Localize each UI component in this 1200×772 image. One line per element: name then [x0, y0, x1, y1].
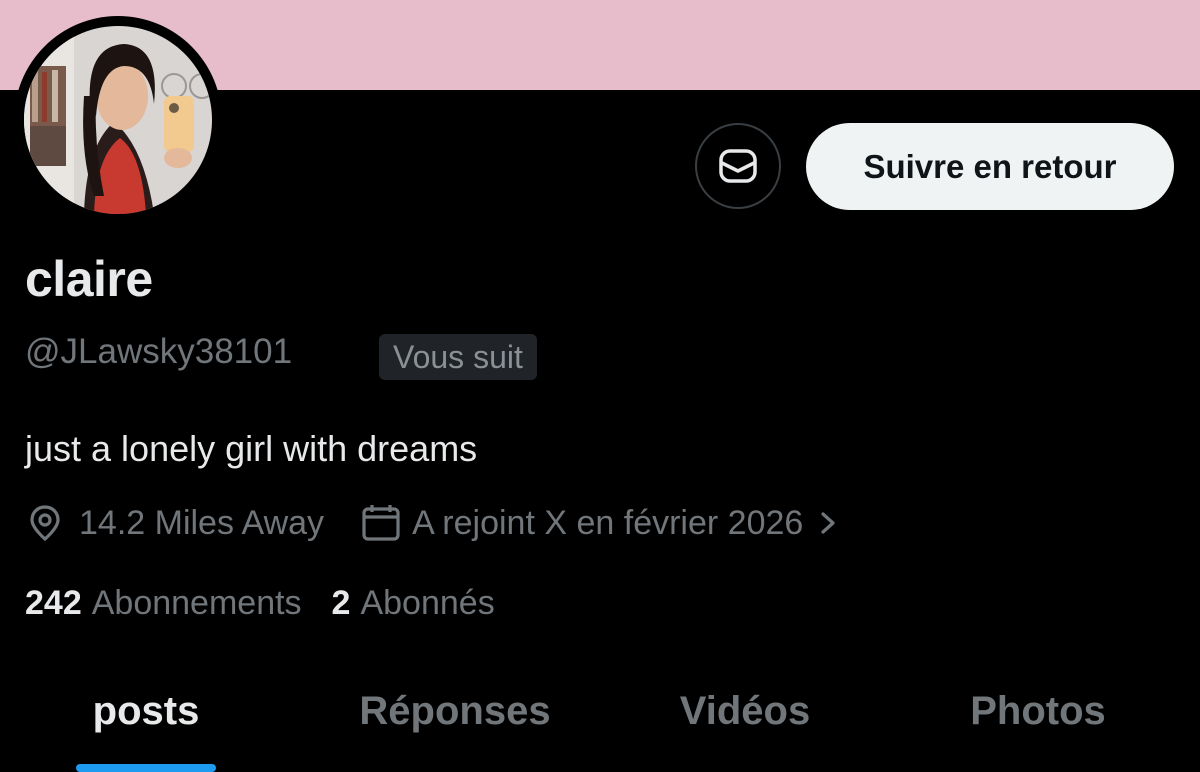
- tab-posts[interactable]: posts: [76, 680, 216, 772]
- join-date[interactable]: A rejoint X en février 2026: [360, 503, 843, 543]
- user-handle: @JLawsky38101: [25, 332, 293, 371]
- calendar-icon: [362, 505, 400, 541]
- following-label: Abonnements: [91, 584, 302, 622]
- tab-videos-label: Vidéos: [679, 689, 811, 733]
- follow-back-label: Suivre en retour: [863, 147, 1117, 185]
- tab-posts-label: posts: [92, 689, 200, 733]
- join-date-text: A rejoint X en février 2026: [412, 503, 804, 542]
- follows-you-badge: Vous suit: [379, 334, 537, 380]
- location-text: 14.2 Miles Away: [79, 503, 325, 542]
- following-count: 242: [25, 584, 82, 622]
- envelope-icon: [719, 149, 757, 183]
- bio: just a lonely girl with dreams: [25, 428, 478, 469]
- map-pin-icon: [30, 505, 60, 542]
- profile-meta: 14.2 Miles Away A rejoint X en février 2…: [25, 500, 843, 546]
- profile-tabs: posts Réponses Vidéos Photos: [0, 680, 1200, 772]
- following-stat[interactable]: 242 Abonnements: [25, 584, 302, 623]
- tab-replies-label: Réponses: [359, 689, 551, 733]
- tab-replies[interactable]: Réponses: [330, 680, 580, 772]
- tab-photos-label: Photos: [970, 689, 1106, 733]
- location: 14.2 Miles Away: [25, 503, 324, 543]
- followers-count: 2: [331, 584, 351, 622]
- avatar[interactable]: [14, 16, 222, 224]
- tab-photos[interactable]: Photos: [940, 680, 1136, 772]
- chevron-right-icon: [821, 512, 835, 534]
- followers-label: Abonnés: [360, 584, 495, 622]
- active-tab-indicator: [76, 764, 216, 772]
- display-name: claire: [25, 251, 153, 307]
- follow-stats: 242 Abonnements 2 Abonnés: [25, 584, 495, 623]
- avatar-photo: [24, 26, 212, 214]
- followers-stat[interactable]: 2 Abonnés: [332, 584, 495, 623]
- message-button[interactable]: [695, 123, 781, 209]
- tab-videos[interactable]: Vidéos: [650, 680, 840, 772]
- follow-back-button[interactable]: Suivre en retour: [806, 123, 1174, 210]
